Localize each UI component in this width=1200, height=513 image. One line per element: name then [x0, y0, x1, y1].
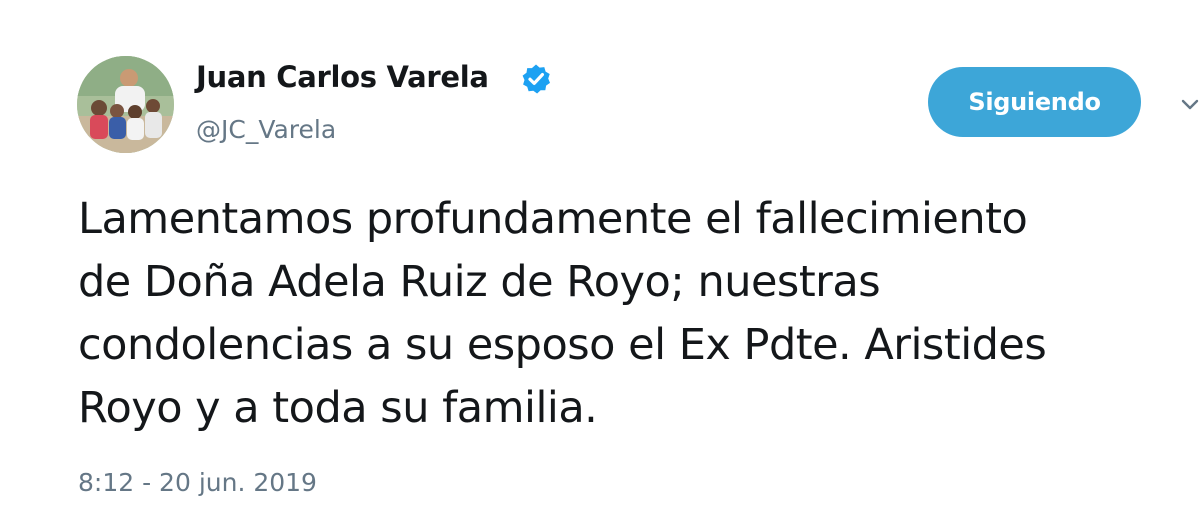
tweet-text: Lamentamos profundamente el fallecimient… — [78, 188, 1200, 440]
tweet-text-line: de Doña Adela Ruiz de Royo; nuestras — [78, 257, 881, 307]
tweet-text-line: condolencias a su esposo el Ex Pdte. Ari… — [78, 320, 1047, 370]
tweet-text-line: Royo y a toda su familia. — [78, 383, 598, 433]
author-handle[interactable]: @JC_Varela — [196, 115, 336, 144]
author-avatar[interactable] — [77, 56, 174, 153]
avatar-photo-icon — [77, 56, 174, 153]
verified-badge-icon — [522, 64, 550, 94]
tweet-timestamp[interactable]: 8:12 - 20 jun. 2019 — [78, 468, 317, 497]
following-button[interactable]: Siguiendo — [928, 67, 1141, 137]
tweet-card: Juan Carlos Varela @JC_Varela Siguiendo … — [0, 0, 1200, 513]
chevron-down-icon[interactable] — [1180, 97, 1200, 113]
tweet-text-line: Lamentamos profundamente el fallecimient… — [78, 194, 1028, 244]
author-display-name[interactable]: Juan Carlos Varela — [196, 60, 489, 94]
